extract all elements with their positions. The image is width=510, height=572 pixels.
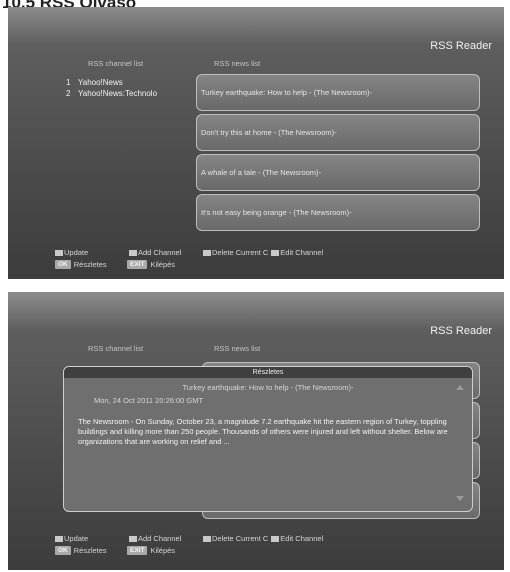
channel-item[interactable]: 2 Yahoo!News:Technolo [66, 88, 157, 99]
details-popup: Részletes Turkey earthquake: How to help… [63, 366, 473, 512]
details-label: Részletes [73, 260, 107, 269]
news-list-header: RSS news list [214, 59, 261, 68]
add-channel-action[interactable]: Add Channel [129, 534, 181, 543]
channel-number: 1 [66, 78, 71, 87]
green-key-icon [129, 249, 137, 256]
news-item[interactable]: It's not easy being orange - (The Newsro… [196, 194, 480, 231]
yellow-key-icon [203, 535, 211, 542]
channel-name: Yahoo!News:Technolo [78, 89, 158, 98]
edit-channel-label: Edit Channel [280, 248, 324, 257]
channel-list-header: RSS channel list [88, 344, 144, 353]
news-item[interactable]: A whale of a tale - (The Newsroom)- [196, 154, 480, 191]
edit-channel-label: Edit Channel [280, 534, 324, 543]
article-body: The Newsroom - On Sunday, October 23, a … [78, 417, 448, 446]
update-label: Update [64, 534, 89, 543]
red-key-icon [55, 249, 63, 256]
exit-action[interactable]: EXIT Kilépés [127, 260, 175, 269]
ok-key-icon: OK [55, 260, 71, 269]
update-action[interactable]: Update [55, 248, 88, 257]
popup-title: Részletes [64, 367, 472, 378]
exit-label: Kilépés [150, 260, 176, 269]
article-date: Mon, 24 Oct 2011 20:26:00 GMT [94, 396, 204, 405]
channel-list: 1 Yahoo!News 2 Yahoo!News:Technolo [66, 77, 157, 99]
details-action[interactable]: OK Részletes [55, 546, 107, 555]
rss-reader-screen-list: RSS Reader RSS channel list RSS news lis… [8, 7, 504, 279]
channel-list-header: RSS channel list [88, 59, 144, 68]
yellow-key-icon [203, 249, 211, 256]
exit-label: Kilépés [150, 546, 176, 555]
exit-key-icon: EXIT [127, 546, 148, 555]
news-item[interactable]: Don't try this at home - (The Newsroom)- [196, 114, 480, 151]
delete-channel-label: Delete Current C [212, 534, 269, 543]
channel-number: 2 [66, 89, 71, 98]
delete-channel-action[interactable]: Delete Current C Edit Channel [203, 534, 323, 543]
ok-key-icon: OK [55, 546, 71, 555]
green-key-icon [129, 535, 137, 542]
blue-key-icon [271, 535, 280, 542]
rss-reader-screen-details: RSS Reader RSS channel list RSS news lis… [8, 292, 504, 570]
channel-name: Yahoo!News [78, 78, 123, 87]
details-action[interactable]: OK Részletes [55, 260, 107, 269]
update-label: Update [64, 248, 89, 257]
news-list-header: RSS news list [214, 344, 261, 353]
update-action[interactable]: Update [55, 534, 88, 543]
exit-key-icon: EXIT [127, 260, 148, 269]
add-channel-action[interactable]: Add Channel [129, 248, 181, 257]
blue-key-icon [271, 249, 280, 256]
app-title: RSS Reader [430, 325, 492, 337]
news-list: Turkey earthquake: How to help - (The Ne… [196, 74, 480, 234]
delete-channel-label: Delete Current C [212, 248, 269, 257]
news-item[interactable]: Turkey earthquake: How to help - (The Ne… [196, 74, 480, 111]
scroll-down-icon[interactable] [456, 496, 464, 501]
delete-channel-action[interactable]: Delete Current C Edit Channel [203, 248, 323, 257]
channel-item[interactable]: 1 Yahoo!News [66, 77, 157, 88]
red-key-icon [55, 535, 63, 542]
app-title: RSS Reader [430, 40, 492, 52]
scroll-up-icon[interactable] [456, 385, 464, 390]
add-channel-label: Add Channel [138, 534, 182, 543]
details-label: Részletes [73, 546, 107, 555]
exit-action[interactable]: EXIT Kilépés [127, 546, 175, 555]
add-channel-label: Add Channel [138, 248, 182, 257]
article-title: Turkey earthquake: How to help - (The Ne… [182, 383, 354, 392]
